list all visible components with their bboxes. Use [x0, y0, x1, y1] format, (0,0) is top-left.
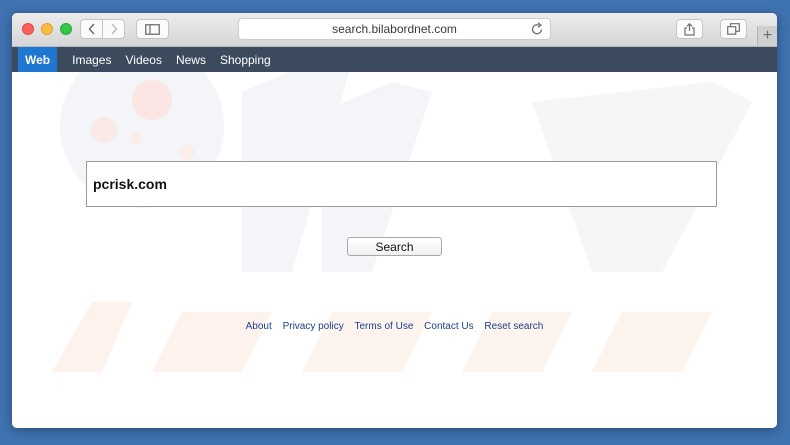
- footer-link-contact-us[interactable]: Contact Us: [424, 321, 473, 332]
- zoom-window-button[interactable]: [60, 23, 72, 35]
- search-category-nav: Web Images Videos News Shopping: [12, 47, 777, 72]
- address-url: search.bilabordnet.com: [332, 22, 457, 36]
- footer-link-about[interactable]: About: [246, 321, 272, 332]
- footer-links: About Privacy policy Terms of Use Contac…: [12, 321, 777, 332]
- page-content: Search About Privacy policy Terms of Use…: [12, 72, 777, 428]
- nav-tab-web[interactable]: Web: [18, 47, 58, 72]
- sidebar-icon: [145, 23, 160, 35]
- back-button[interactable]: [80, 19, 103, 39]
- search-input[interactable]: [86, 161, 717, 207]
- sidebar-toggle-button[interactable]: [136, 19, 169, 39]
- title-bar: search.bilabordnet.com +: [12, 13, 777, 47]
- new-tab-button[interactable]: +: [757, 26, 777, 46]
- chevron-right-icon: [110, 23, 118, 35]
- show-tabs-button[interactable]: [720, 19, 747, 39]
- footer-link-terms-of-use[interactable]: Terms of Use: [354, 321, 413, 332]
- nav-tab-videos[interactable]: Videos: [118, 47, 168, 72]
- address-bar[interactable]: search.bilabordnet.com: [238, 18, 551, 40]
- nav-tab-images[interactable]: Images: [65, 47, 118, 72]
- nav-tab-shopping[interactable]: Shopping: [213, 47, 278, 72]
- share-button[interactable]: [676, 19, 703, 39]
- nav-tab-news[interactable]: News: [169, 47, 213, 72]
- footer-link-privacy-policy[interactable]: Privacy policy: [283, 321, 344, 332]
- minimize-window-button[interactable]: [41, 23, 53, 35]
- share-icon: [684, 22, 695, 36]
- browser-window: search.bilabordnet.com + Web Images Vide…: [12, 13, 777, 428]
- search-button[interactable]: Search: [347, 237, 442, 256]
- chevron-left-icon: [87, 23, 95, 35]
- close-window-button[interactable]: [22, 23, 34, 35]
- forward-button[interactable]: [102, 19, 125, 39]
- reload-icon[interactable]: [531, 22, 544, 36]
- footer-link-reset-search[interactable]: Reset search: [484, 321, 543, 332]
- tabs-overview-icon: [727, 23, 740, 35]
